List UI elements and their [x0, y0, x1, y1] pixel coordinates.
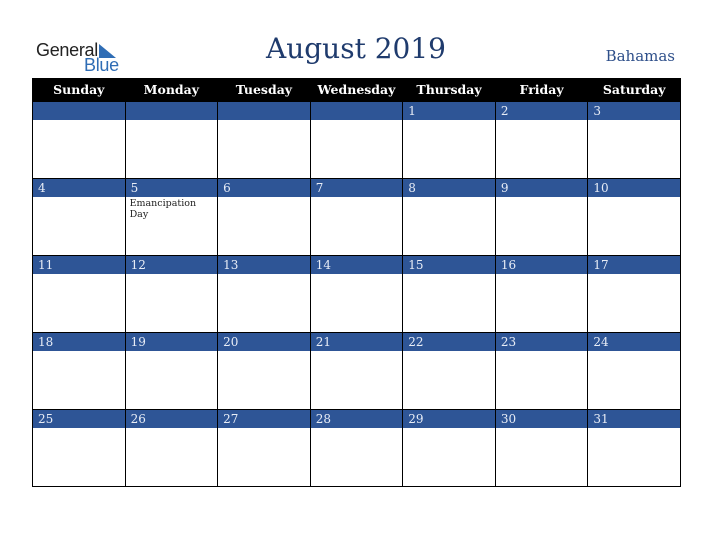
- day-cell: 13: [217, 255, 311, 333]
- day-number: 22: [403, 333, 495, 351]
- empty-day-cell: [124, 101, 219, 179]
- weekday-wednesday: Wednesday: [309, 78, 404, 102]
- weekday-thursday: Thursday: [402, 78, 496, 102]
- day-number: 24: [588, 333, 680, 351]
- day-number: 2: [495, 102, 588, 120]
- day-cell: 5 Emancipation Day: [124, 178, 219, 256]
- week-row: 25 26 27 28 29 30 31: [32, 409, 681, 487]
- weekday-saturday: Saturday: [587, 78, 681, 102]
- day-number: 6: [218, 179, 310, 197]
- day-number: 10: [588, 179, 680, 197]
- day-cell: 30: [494, 409, 589, 487]
- day-number: 30: [495, 410, 588, 428]
- day-cell: 18: [32, 332, 126, 410]
- week-row: 4 5 Emancipation Day 6 7 8 9 10: [32, 178, 681, 256]
- day-number: [218, 102, 310, 120]
- day-cell: 21: [309, 332, 404, 410]
- day-number: 13: [218, 256, 310, 274]
- day-cell: 4: [32, 178, 126, 256]
- day-cell: 11: [32, 255, 126, 333]
- day-cell: 26: [124, 409, 219, 487]
- day-cell: 6: [217, 178, 311, 256]
- day-cell: 29: [402, 409, 496, 487]
- day-cell: 10: [587, 178, 681, 256]
- day-number: 11: [33, 256, 125, 274]
- week-row: 11 12 13 14 15 16 17: [32, 255, 681, 333]
- day-number: [125, 102, 218, 120]
- day-number: 12: [125, 256, 218, 274]
- day-cell: 17: [587, 255, 681, 333]
- day-number: 14: [310, 256, 403, 274]
- day-cell: 16: [494, 255, 589, 333]
- weekday-header-row: Sunday Monday Tuesday Wednesday Thursday…: [32, 78, 681, 102]
- day-number: 7: [310, 179, 403, 197]
- day-number: 29: [403, 410, 495, 428]
- day-number: 1: [403, 102, 495, 120]
- day-number: [33, 102, 125, 120]
- day-number: 27: [218, 410, 310, 428]
- weekday-sunday: Sunday: [32, 78, 126, 102]
- day-cell: 15: [402, 255, 496, 333]
- day-cell: 3: [587, 101, 681, 179]
- day-cell: 27: [217, 409, 311, 487]
- calendar-grid: Sunday Monday Tuesday Wednesday Thursday…: [32, 78, 681, 487]
- day-number: 8: [403, 179, 495, 197]
- empty-day-cell: [217, 101, 311, 179]
- day-number: 25: [33, 410, 125, 428]
- day-cell: 23: [494, 332, 589, 410]
- day-number: 31: [588, 410, 680, 428]
- day-number: 4: [33, 179, 125, 197]
- week-row: 123: [32, 101, 681, 179]
- day-number: 17: [588, 256, 680, 274]
- day-number: 26: [125, 410, 218, 428]
- day-cell: 25: [32, 409, 126, 487]
- holiday-label: Emancipation Day: [129, 198, 197, 220]
- day-number: 9: [495, 179, 588, 197]
- day-number: 21: [310, 333, 403, 351]
- day-number: 19: [125, 333, 218, 351]
- day-number: 20: [218, 333, 310, 351]
- day-cell: 24: [587, 332, 681, 410]
- day-number: [310, 102, 403, 120]
- week-row: 18 19 20 21 22 23 24: [32, 332, 681, 410]
- day-cell: 14: [309, 255, 404, 333]
- calendar-body: 1 2 3 4 5 Emancipation Day 6 7 8 9 10 11 12 13 14 15 16 1…: [32, 101, 681, 487]
- day-number: 5: [125, 179, 218, 197]
- weekday-monday: Monday: [124, 78, 219, 102]
- day-cell: 12: [124, 255, 219, 333]
- empty-day-cell: [309, 101, 404, 179]
- empty-day-cell: [32, 101, 126, 179]
- day-cell: 31: [587, 409, 681, 487]
- day-cell: 1: [402, 101, 496, 179]
- day-number: 23: [495, 333, 588, 351]
- day-number: 18: [33, 333, 125, 351]
- day-cell: 9: [494, 178, 589, 256]
- day-cell: 2: [494, 101, 589, 179]
- country-label: Bahamas: [605, 47, 675, 65]
- day-cell: 28: [309, 409, 404, 487]
- day-number: 28: [310, 410, 403, 428]
- day-number: 3: [588, 102, 680, 120]
- weekday-friday: Friday: [494, 78, 589, 102]
- day-cell: 19: [124, 332, 219, 410]
- day-number: 16: [495, 256, 588, 274]
- day-cell: 7: [309, 178, 404, 256]
- day-cell: 22: [402, 332, 496, 410]
- day-cell: 8: [402, 178, 496, 256]
- day-number: 15: [403, 256, 495, 274]
- weekday-tuesday: Tuesday: [217, 78, 311, 102]
- day-cell: 20: [217, 332, 311, 410]
